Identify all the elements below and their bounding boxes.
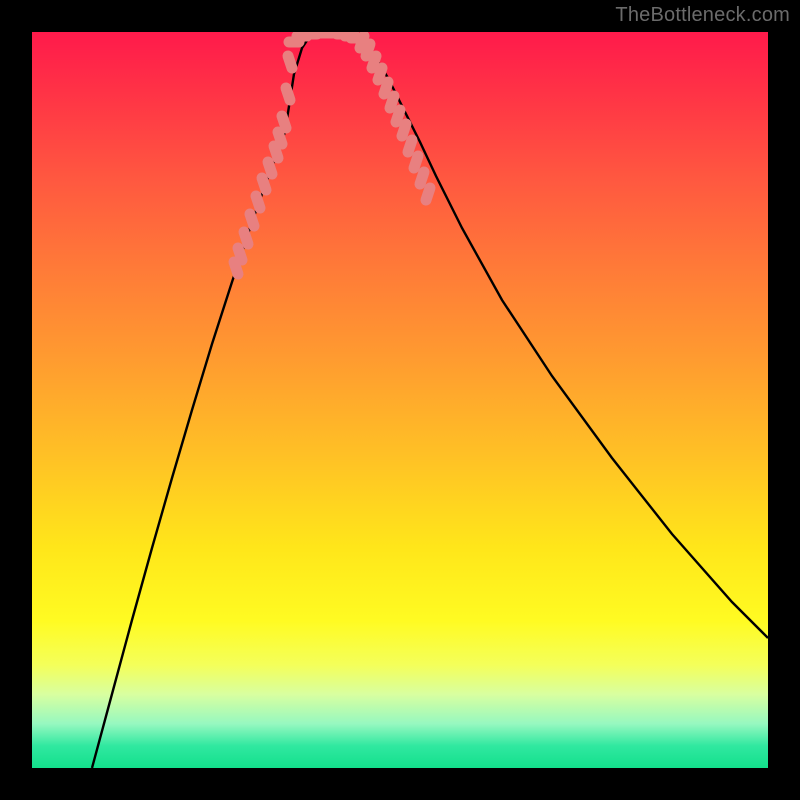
marker-segment (402, 124, 406, 136)
marker-segment (420, 172, 424, 184)
marker-segment (268, 162, 272, 174)
marker-segment (288, 56, 292, 68)
plot-area (32, 32, 768, 768)
watermark-text: TheBottleneck.com (615, 4, 790, 27)
marker-segment (262, 178, 266, 190)
bottleneck-curve (92, 32, 768, 768)
marker-segment (238, 248, 242, 260)
marker-segment (274, 146, 278, 158)
marker-segment (372, 56, 376, 68)
marker-segment (244, 232, 248, 244)
marker-segment (286, 88, 290, 100)
marker-segment (426, 188, 430, 200)
marker-segment (360, 36, 364, 48)
chart-frame: TheBottleneck.com (0, 0, 800, 800)
bottleneck-curve-svg (32, 32, 768, 768)
marker-segment (250, 214, 254, 226)
marker-segment (408, 140, 412, 152)
marker-segment (282, 116, 286, 128)
marker-segment (396, 110, 400, 122)
marker-segment (378, 68, 382, 80)
marker-segment (278, 132, 282, 144)
marker-segment (366, 44, 370, 56)
data-markers (234, 33, 430, 274)
marker-segment (390, 96, 394, 108)
marker-segment (414, 156, 418, 168)
marker-segment (256, 196, 260, 208)
marker-segment (234, 262, 238, 274)
marker-segment (384, 82, 388, 94)
